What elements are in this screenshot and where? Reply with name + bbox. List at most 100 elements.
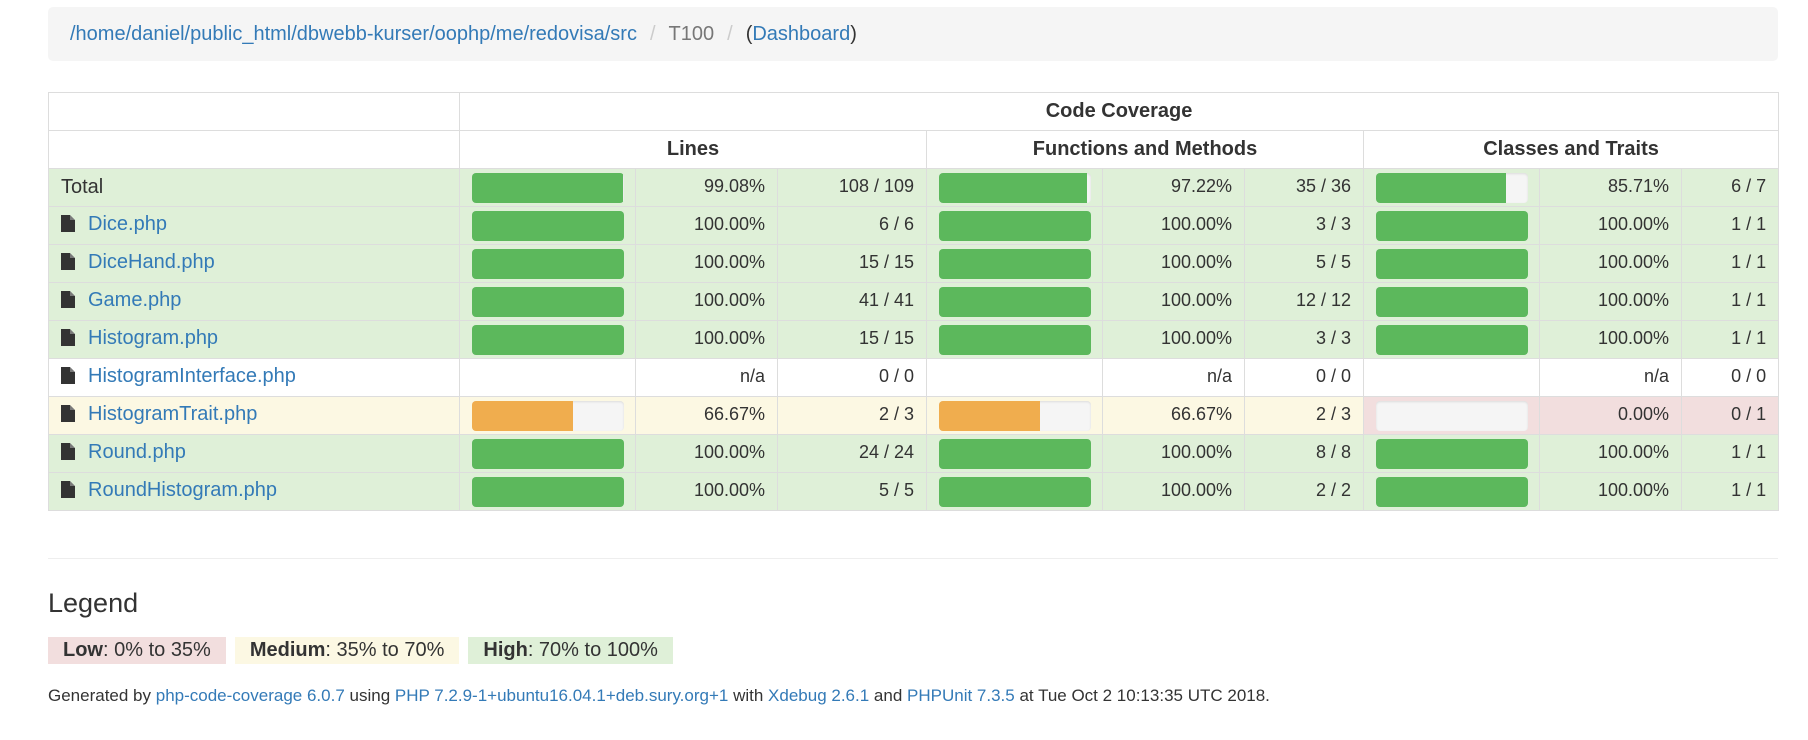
coverage-progress-bar bbox=[472, 286, 624, 317]
coverage-progress-bar bbox=[1376, 210, 1528, 241]
functions-ratio: 3 / 3 bbox=[1244, 320, 1364, 359]
classes-bar-cell bbox=[1363, 320, 1540, 359]
lines-percent: 66.67% bbox=[635, 396, 778, 435]
legend-low: Low: 0% to 35% bbox=[48, 637, 226, 664]
lines-bar-cell bbox=[459, 434, 636, 473]
classes-ratio: 0 / 0 bbox=[1680, 358, 1780, 397]
classes-ratio: 1 / 1 bbox=[1680, 282, 1780, 321]
coverage-progress-fill bbox=[1376, 438, 1528, 469]
file-link[interactable]: Dice.php bbox=[88, 213, 167, 235]
coverage-progress-bar bbox=[472, 324, 624, 355]
functions-ratio: 2 / 3 bbox=[1244, 396, 1364, 435]
file-name-cell: Histogram.php bbox=[48, 320, 460, 359]
file-icon bbox=[61, 253, 75, 276]
lines-percent: 100.00% bbox=[635, 320, 778, 359]
divider bbox=[48, 558, 1778, 559]
coverage-progress-fill bbox=[472, 248, 624, 279]
coverage-progress-bar bbox=[472, 210, 624, 241]
legend-low-range: : 0% to 35% bbox=[103, 639, 211, 661]
lines-ratio: 24 / 24 bbox=[777, 434, 927, 473]
file-icon bbox=[61, 481, 75, 504]
functions-ratio: 0 / 0 bbox=[1244, 358, 1364, 397]
file-name-cell: DiceHand.php bbox=[48, 244, 460, 283]
php-code-coverage-link[interactable]: php-code-coverage 6.0.7 bbox=[156, 686, 345, 705]
functions-bar-cell bbox=[926, 396, 1103, 435]
footer-timestamp: at Tue Oct 2 10:13:35 UTC 2018. bbox=[1014, 686, 1270, 705]
functions-ratio: 3 / 3 bbox=[1244, 206, 1364, 245]
file-name-cell: HistogramInterface.php bbox=[48, 358, 460, 397]
file-link[interactable]: Game.php bbox=[88, 289, 181, 311]
header-classes: Classes and Traits bbox=[1362, 130, 1780, 169]
lines-bar-cell bbox=[459, 472, 636, 511]
dashboard-link[interactable]: Dashboard bbox=[752, 23, 850, 46]
lines-percent: 99.08% bbox=[635, 168, 778, 207]
coverage-progress-fill bbox=[472, 210, 624, 241]
coverage-progress-bar bbox=[939, 286, 1091, 317]
coverage-progress-fill bbox=[472, 400, 574, 431]
functions-bar-cell bbox=[926, 472, 1103, 511]
breadcrumb-paren-open: ( bbox=[745, 22, 753, 45]
file-name-cell: Total bbox=[48, 168, 460, 207]
coverage-progress-fill bbox=[939, 400, 1041, 431]
functions-percent: 100.00% bbox=[1102, 472, 1245, 511]
table-row: RoundHistogram.php 100.00% 5 / 5 100.00% 2 /… bbox=[48, 472, 1780, 511]
lines-ratio: 15 / 15 bbox=[777, 320, 927, 359]
coverage-progress-bar bbox=[1376, 286, 1528, 317]
classes-ratio: 1 / 1 bbox=[1680, 244, 1780, 283]
legend-high-label: High bbox=[483, 639, 528, 661]
table-row: Game.php 100.00% 41 / 41 100.00% 12 / 12 100.… bbox=[48, 282, 1780, 321]
file-icon bbox=[61, 443, 75, 466]
coverage-progress-bar bbox=[939, 438, 1091, 469]
file-link[interactable]: DiceHand.php bbox=[88, 251, 215, 273]
lines-bar-cell bbox=[459, 396, 636, 435]
coverage-progress-fill bbox=[472, 286, 624, 317]
lines-percent: 100.00% bbox=[635, 206, 778, 245]
classes-bar-cell bbox=[1363, 206, 1540, 245]
header-lines: Lines bbox=[459, 130, 927, 169]
functions-percent: 100.00% bbox=[1102, 320, 1245, 359]
coverage-progress-bar bbox=[1376, 438, 1528, 469]
coverage-progress-bar bbox=[939, 324, 1091, 355]
coverage-progress-bar bbox=[472, 172, 624, 203]
functions-bar-cell bbox=[926, 282, 1103, 321]
table-row: HistogramTrait.php 66.67% 2 / 3 66.67% 2 / 3… bbox=[48, 396, 1780, 435]
functions-bar-cell bbox=[926, 358, 1103, 397]
lines-ratio: 5 / 5 bbox=[777, 472, 927, 511]
table-row: Round.php 100.00% 24 / 24 100.00% 8 / 8 100.0… bbox=[48, 434, 1780, 473]
coverage-progress-fill bbox=[939, 248, 1091, 279]
footer: Generated by php-code-coverage 6.0.7 usi… bbox=[48, 686, 1270, 706]
file-link[interactable]: Histogram.php bbox=[88, 327, 218, 349]
lines-ratio: 0 / 0 bbox=[777, 358, 927, 397]
coverage-progress-fill bbox=[939, 286, 1091, 317]
coverage-progress-fill bbox=[939, 172, 1087, 203]
xdebug-link[interactable]: Xdebug 2.6.1 bbox=[768, 686, 869, 705]
file-link[interactable]: HistogramInterface.php bbox=[88, 365, 296, 387]
lines-bar-cell bbox=[459, 244, 636, 283]
coverage-progress-fill bbox=[1376, 172, 1507, 203]
lines-percent: 100.00% bbox=[635, 472, 778, 511]
functions-percent: 100.00% bbox=[1102, 434, 1245, 473]
lines-bar-cell bbox=[459, 206, 636, 245]
breadcrumb-path-link[interactable]: /home/daniel/public_html/dbwebb-kurser/o… bbox=[70, 23, 637, 46]
lines-bar-cell bbox=[459, 320, 636, 359]
classes-bar-cell bbox=[1363, 244, 1540, 283]
classes-percent: 0.00% bbox=[1539, 396, 1682, 435]
file-link[interactable]: Round.php bbox=[88, 441, 186, 463]
lines-bar-cell bbox=[459, 282, 636, 321]
coverage-progress-bar bbox=[1376, 248, 1528, 279]
legend-medium-label: Medium bbox=[249, 639, 326, 661]
coverage-progress-bar bbox=[1376, 324, 1528, 355]
file-link[interactable]: RoundHistogram.php bbox=[88, 479, 277, 501]
file-link[interactable]: HistogramTrait.php bbox=[88, 403, 257, 425]
functions-ratio: 35 / 36 bbox=[1244, 168, 1364, 207]
php-link[interactable]: PHP 7.2.9-1+ubuntu16.04.1+deb.sury.org+1 bbox=[395, 686, 728, 705]
functions-bar-cell bbox=[926, 168, 1103, 207]
phpunit-link[interactable]: PHPUnit 7.3.5 bbox=[907, 686, 1015, 705]
file-icon bbox=[61, 291, 75, 314]
footer-and: and bbox=[869, 686, 908, 705]
classes-percent: 100.00% bbox=[1539, 434, 1682, 473]
breadcrumb-separator: / bbox=[649, 22, 656, 45]
functions-ratio: 5 / 5 bbox=[1244, 244, 1364, 283]
classes-percent: 85.71% bbox=[1539, 168, 1682, 207]
coverage-progress-bar bbox=[939, 248, 1091, 279]
